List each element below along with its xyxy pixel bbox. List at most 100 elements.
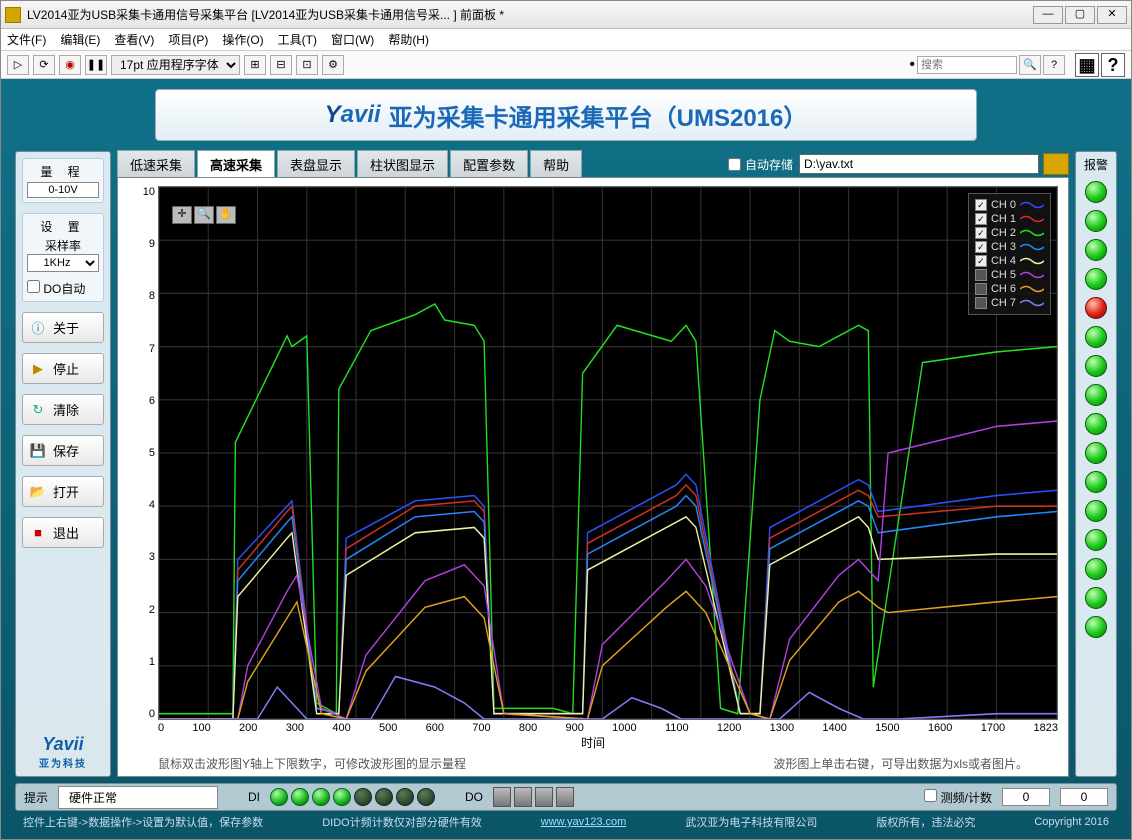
settings-icon[interactable]: ⚙ xyxy=(322,55,344,75)
search-icon: • xyxy=(909,56,915,74)
toolbar: ▷ ⟳ ◉ ❚❚ 17pt 应用程序字体 ⊞ ⊟ ⊡ ⚙ • 🔍 ? ▦ ? xyxy=(1,51,1131,79)
menu-file[interactable]: 文件(F) xyxy=(7,31,46,48)
pan-icon[interactable]: ✋ xyxy=(216,206,236,224)
menu-edit[interactable]: 编辑(E) xyxy=(60,31,100,48)
alarm-led xyxy=(1085,471,1107,493)
alarm-led xyxy=(1085,558,1107,580)
di-label: DI xyxy=(248,790,260,804)
tab-low-speed[interactable]: 低速采集 xyxy=(117,150,195,178)
grid-icon[interactable]: ▦ xyxy=(1075,53,1099,77)
banner: Yavii 亚为采集卡通用采集平台（UMS2016） xyxy=(155,89,977,141)
about-button[interactable]: ⓘ关于 xyxy=(22,312,104,343)
maximize-button[interactable]: ▢ xyxy=(1065,6,1095,24)
alarm-led xyxy=(1085,442,1107,464)
alarm-led xyxy=(1085,181,1107,203)
stop-icon: ■ xyxy=(29,524,47,542)
left-panel: 量 程 0-10V 设 置 采样率 1KHz DO自动 ⓘ关于 ▶停止 ↻清除 … xyxy=(15,151,111,777)
title-bar: LV2014亚为USB采集卡通用信号采集平台 [LV2014亚为USB采集卡通用… xyxy=(1,1,1131,29)
clear-button[interactable]: ↻清除 xyxy=(22,394,104,425)
distribute-tool[interactable]: ⊟ xyxy=(270,55,292,75)
font-select[interactable]: 17pt 应用程序字体 xyxy=(111,55,240,75)
legend[interactable]: ✓CH 0✓CH 1✓CH 2✓CH 3✓CH 4CH 5CH 6CH 7 xyxy=(968,193,1051,315)
minimize-button[interactable]: — xyxy=(1033,6,1063,24)
alarm-panel: 报警 xyxy=(1075,151,1117,777)
y-axis[interactable]: 109876543210 xyxy=(128,186,158,720)
tab-gauge[interactable]: 表盘显示 xyxy=(277,150,355,178)
count-1: 0 xyxy=(1002,788,1050,806)
alarm-led xyxy=(1085,326,1107,348)
menu-bar: 文件(F) 编辑(E) 查看(V) 项目(P) 操作(O) 工具(T) 窗口(W… xyxy=(1,29,1131,51)
do-label: DO xyxy=(465,790,483,804)
tab-help[interactable]: 帮助 xyxy=(530,150,582,178)
browse-button[interactable] xyxy=(1043,153,1069,175)
zoom-icon[interactable]: 🔍 xyxy=(194,206,214,224)
menu-project[interactable]: 项目(P) xyxy=(168,31,208,48)
tab-bar-chart[interactable]: 柱状图显示 xyxy=(357,150,448,178)
run-button[interactable]: ▷ xyxy=(7,55,29,75)
range-value[interactable]: 0-10V xyxy=(27,182,99,198)
alarm-led xyxy=(1085,384,1107,406)
menu-help[interactable]: 帮助(H) xyxy=(388,31,429,48)
pause-button[interactable]: ❚❚ xyxy=(85,55,107,75)
alarm-led xyxy=(1085,210,1107,232)
alarm-led xyxy=(1085,413,1107,435)
footer: 控件上右键->数据操作->设置为默认值，保存参数 DIDO计频计数仅对部分硬件有… xyxy=(15,811,1117,833)
zoom-cross-icon[interactable]: ✛ xyxy=(172,206,192,224)
alarm-led xyxy=(1085,297,1107,319)
app-icon xyxy=(5,7,21,23)
di-leds xyxy=(270,788,435,806)
alarm-led xyxy=(1085,500,1107,522)
tab-high-speed[interactable]: 高速采集 xyxy=(197,150,275,178)
menu-tools[interactable]: 工具(T) xyxy=(278,31,317,48)
setting-label: 设 置 xyxy=(27,218,99,235)
run-continuous-button[interactable]: ⟳ xyxy=(33,55,55,75)
path-input[interactable] xyxy=(799,154,1039,174)
alarm-led xyxy=(1085,616,1107,638)
tip-label: 提示 xyxy=(24,789,48,806)
open-button[interactable]: 📂打开 xyxy=(22,476,104,507)
count-2: 0 xyxy=(1060,788,1108,806)
info-icon: ⓘ xyxy=(29,319,47,337)
close-button[interactable]: ✕ xyxy=(1097,6,1127,24)
x-label: 时间 xyxy=(128,734,1058,751)
do-auto-checkbox[interactable] xyxy=(27,280,40,293)
reorder-tool[interactable]: ⊡ xyxy=(296,55,318,75)
alarm-led xyxy=(1085,529,1107,551)
help-big-icon[interactable]: ? xyxy=(1101,53,1125,77)
exit-button[interactable]: ■退出 xyxy=(22,517,104,548)
menu-view[interactable]: 查看(V) xyxy=(114,31,154,48)
rate-label: 采样率 xyxy=(27,237,99,254)
play-icon: ▶ xyxy=(29,360,47,378)
plot-area[interactable]: ✓CH 0✓CH 1✓CH 2✓CH 3✓CH 4CH 5CH 6CH 7 xyxy=(158,186,1058,720)
search-go-button[interactable]: 🔍 xyxy=(1019,55,1041,75)
alarm-led xyxy=(1085,239,1107,261)
save-button[interactable]: 💾保存 xyxy=(22,435,104,466)
help-icon[interactable]: ? xyxy=(1043,55,1065,75)
align-tool[interactable]: ⊞ xyxy=(244,55,266,75)
status-text: 硬件正常 xyxy=(58,786,218,809)
menu-operate[interactable]: 操作(O) xyxy=(222,31,263,48)
tab-bar: 低速采集 高速采集 表盘显示 柱状图显示 配置参数 帮助 自动存储 xyxy=(117,151,1069,177)
hint-left: 鼠标双击波形图Y轴上下限数字，可修改波形图的显示量程 xyxy=(158,755,466,772)
rate-select[interactable]: 1KHz xyxy=(27,254,99,272)
status-bar: 提示 硬件正常 DI DO 测频/计数 0 0 xyxy=(15,783,1117,811)
brand-corner: Yavii 亚为科技 xyxy=(22,734,104,770)
do-switches[interactable] xyxy=(493,787,574,807)
hint-right: 波形图上单击右键，可导出数据为xls或者图片。 xyxy=(773,755,1028,772)
brand-logo: Yavii xyxy=(325,101,381,129)
alarm-led xyxy=(1085,587,1107,609)
refresh-icon: ↻ xyxy=(29,401,47,419)
stop-button[interactable]: ▶停止 xyxy=(22,353,104,384)
x-axis[interactable]: 0100200300400500600700800900100011001200… xyxy=(158,720,1058,734)
count-checkbox[interactable] xyxy=(924,789,937,802)
menu-window[interactable]: 窗口(W) xyxy=(331,31,374,48)
save-icon: 💾 xyxy=(29,442,47,460)
chart-panel: ✛ 🔍 ✋ 109876543210 ✓CH 0✓CH 1✓CH 2✓CH 3✓… xyxy=(117,177,1069,777)
alarm-led xyxy=(1085,268,1107,290)
tab-config[interactable]: 配置参数 xyxy=(450,150,528,178)
search-input[interactable] xyxy=(917,56,1017,74)
abort-button[interactable]: ◉ xyxy=(59,55,81,75)
autosave-checkbox[interactable] xyxy=(728,158,741,171)
alarm-label: 报警 xyxy=(1084,156,1108,173)
website-link[interactable]: www.yav123.com xyxy=(541,816,627,828)
